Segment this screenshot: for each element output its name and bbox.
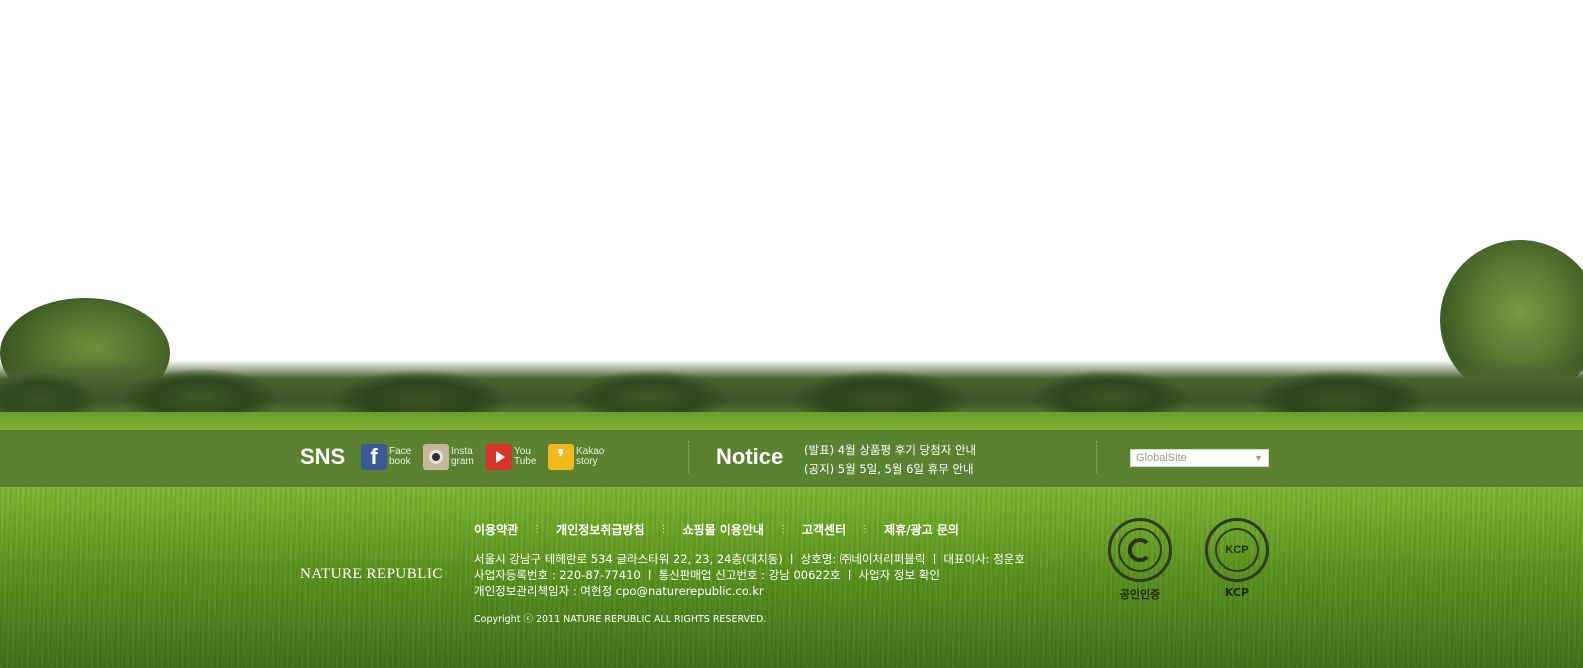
terms-link[interactable]: 이용약관: [474, 521, 518, 538]
section-divider: [688, 441, 689, 473]
sns-title: SNS: [300, 444, 346, 469]
notice-item[interactable]: (공지) 5월 5일, 5월 6일 휴무 안내: [804, 461, 974, 477]
partnership-inquiry-link[interactable]: 제휴/광고 문의: [884, 521, 959, 538]
chevron-down-icon: ▼: [1254, 453, 1263, 463]
instagram-link[interactable]: Insta gram: [423, 444, 481, 470]
notice-item[interactable]: (발표) 4월 상품평 후기 당첨자 안내: [804, 442, 976, 458]
facebook-label: Face book: [389, 447, 419, 467]
kakaostory-icon: ❜: [548, 444, 574, 470]
link-separator: ⋮: [777, 524, 788, 535]
section-divider: [1096, 441, 1097, 473]
certification-label: 공인인증: [1119, 588, 1161, 601]
youtube-label: You Tube: [514, 447, 544, 467]
sns-notice-band: [0, 430, 1583, 487]
lawn-strip: [0, 412, 1583, 430]
global-site-selected: GlobalSite: [1136, 452, 1187, 464]
youtube-icon: [486, 444, 512, 470]
kakaostory-label-line2: story: [576, 456, 598, 467]
instagram-label-line2: gram: [451, 456, 474, 467]
certification-seal-icon[interactable]: [1108, 518, 1172, 582]
company-info-privacy-officer: 개인정보관리책임자 : 여현정 cpo@naturerepublic.co.kr: [474, 584, 764, 598]
certification-seal-inner: [1118, 528, 1162, 572]
copyright: Copyright ⓒ 2011 NATURE REPUBLIC ALL RIG…: [474, 614, 767, 625]
facebook-link[interactable]: f Face book: [361, 444, 419, 470]
link-separator: ⋮: [658, 524, 669, 535]
facebook-label-line2: book: [389, 456, 411, 467]
footer-links: 이용약관 ⋮ 개인정보취급방침 ⋮ 쇼핑몰 이용안내 ⋮ 고객센터 ⋮ 제휴/광…: [474, 521, 959, 538]
youtube-link[interactable]: You Tube: [486, 444, 544, 470]
link-separator: ⋮: [860, 524, 871, 535]
brand-logo: NATURE REPUBLIC: [300, 566, 443, 582]
kcp-seal-icon[interactable]: KCP: [1205, 518, 1269, 582]
company-info-registration: 사업자등록번호 : 220-87-77410 ㅣ 통신판매업 신고번호 : 강남…: [474, 568, 940, 582]
privacy-policy-link[interactable]: 개인정보취급방침: [556, 521, 644, 538]
company-info-address: 서울시 강남구 테헤란로 534 글라스타워 22, 23, 24층(대치동) …: [474, 552, 1025, 566]
kakaostory-label: Kakao story: [576, 447, 606, 467]
facebook-icon: f: [361, 444, 387, 470]
kcp-label: KCP: [1224, 586, 1250, 599]
kcp-seal-inner: KCP: [1215, 528, 1259, 572]
customer-center-link[interactable]: 고객센터: [802, 521, 846, 538]
shopping-guide-link[interactable]: 쇼핑몰 이용안내: [683, 521, 764, 538]
certification-mark-icon: [1127, 538, 1149, 562]
notice-title: Notice: [716, 444, 784, 469]
instagram-label: Insta gram: [451, 447, 481, 467]
global-site-select[interactable]: GlobalSite ▼: [1130, 449, 1269, 467]
link-separator: ⋮: [532, 524, 543, 535]
instagram-icon: [423, 444, 449, 470]
youtube-label-line2: Tube: [514, 456, 537, 467]
kakaostory-link[interactable]: ❜ Kakao story: [548, 444, 606, 470]
